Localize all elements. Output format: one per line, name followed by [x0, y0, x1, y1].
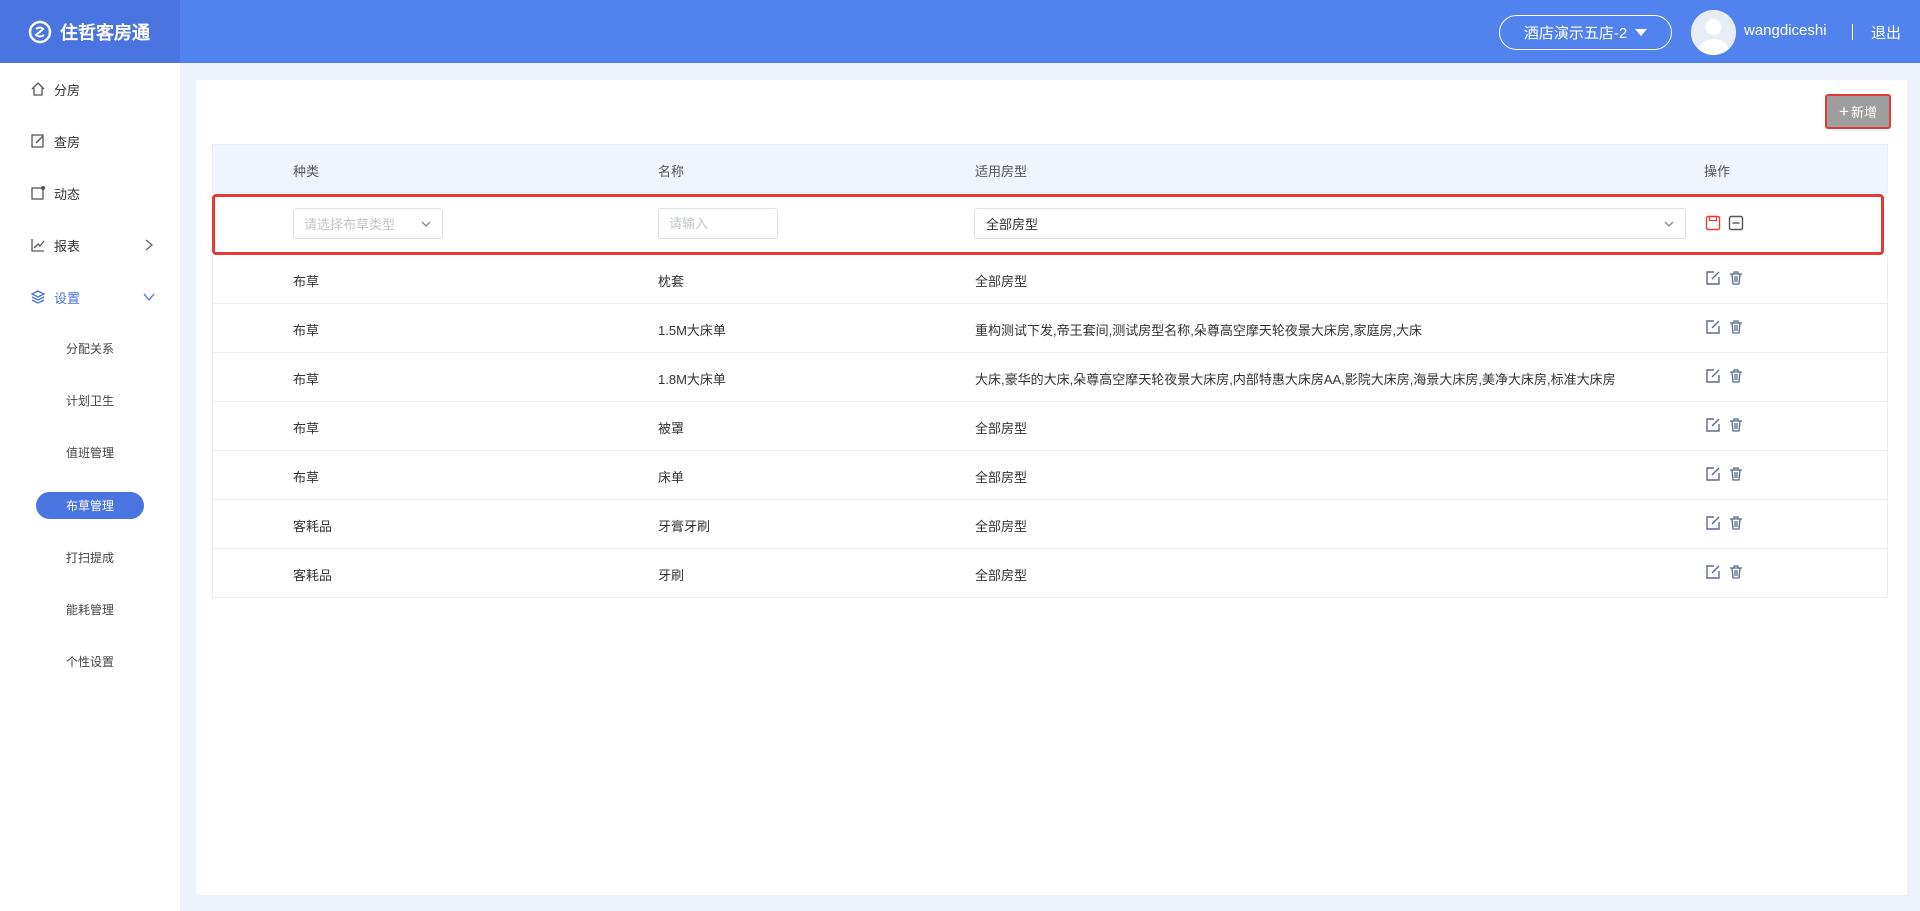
save-icon[interactable]: [1705, 215, 1721, 231]
header-divider: [1852, 24, 1853, 40]
cell-rooms: 全部房型: [975, 568, 1028, 583]
avatar[interactable]: [1691, 10, 1736, 55]
sidebar-item-label: 查房: [54, 134, 81, 150]
room-type-value: 全部房型: [986, 217, 1039, 232]
cell-rooms: 全部房型: [975, 274, 1028, 289]
table-row: 客耗品 牙刷 全部房型: [212, 549, 1888, 598]
sub-item-fenpei[interactable]: 分配关系: [36, 335, 144, 362]
header-name: 名称: [658, 164, 685, 179]
delete-icon[interactable]: [1728, 270, 1744, 286]
sub-item-nenghao[interactable]: 能耗管理: [36, 596, 144, 623]
cell-type: 布草: [293, 274, 320, 289]
edit-doc-icon: [31, 134, 44, 148]
sidebar-item-label: 分房: [54, 82, 81, 98]
add-button-label: 新增: [1850, 105, 1877, 120]
delete-icon[interactable]: [1728, 417, 1744, 433]
username[interactable]: wangdiceshi: [1744, 22, 1827, 39]
sidebar-item-fenfang[interactable]: 分房: [30, 74, 80, 104]
cell-rooms: 重构测试下发,帝王套间,测试房型名称,朵尊高空摩天轮夜景大床房,家庭房,大床: [975, 323, 1423, 338]
app-title: 住哲客房通: [60, 22, 150, 43]
hotel-name: 酒店演示五店-2: [1523, 25, 1628, 42]
name-input[interactable]: [658, 208, 778, 239]
table-row: 布草 枕套 全部房型: [212, 255, 1888, 304]
top-bar: 住哲客房通 酒店演示五店-2 wangdiceshi 退出: [0, 0, 1920, 63]
delete-icon[interactable]: [1728, 319, 1744, 335]
add-button[interactable]: + 新增: [1825, 94, 1891, 129]
cell-type: 布草: [293, 421, 320, 436]
sidebar-item-label: 报表: [54, 238, 81, 254]
cell-rooms: 全部房型: [975, 421, 1028, 436]
header-type: 种类: [293, 164, 320, 179]
cell-rooms: 全部房型: [975, 519, 1028, 534]
delete-icon[interactable]: [1728, 368, 1744, 384]
table-header: 种类 名称 适用房型 操作: [212, 144, 1888, 193]
sidebar-item-dongtai[interactable]: 动态: [30, 178, 80, 208]
cell-rooms: 全部房型: [975, 470, 1028, 485]
delete-icon[interactable]: [1728, 564, 1744, 580]
cell-name: 1.8M大床单: [658, 372, 726, 387]
home-icon: [31, 82, 45, 96]
edit-icon[interactable]: [1705, 466, 1721, 482]
edit-icon[interactable]: [1705, 417, 1721, 433]
plus-icon: +: [1839, 101, 1849, 121]
cell-type: 客耗品: [293, 519, 333, 534]
cell-type: 布草: [293, 470, 320, 485]
sidebar-item-label: 动态: [54, 186, 81, 202]
brand: 住哲客房通: [0, 0, 180, 63]
chevron-right-icon: [145, 239, 154, 251]
chart-icon: [31, 239, 45, 252]
edit-icon[interactable]: [1705, 515, 1721, 531]
cell-name: 牙刷: [658, 568, 685, 583]
cell-name: 牙膏牙刷: [658, 519, 711, 534]
notification-icon: [31, 186, 45, 200]
cell-name: 床单: [658, 470, 685, 485]
sidebar: 分房 查房 动态 报表 设置 分配关系 计划卫生 值班管理 布草管理 打扫提成 …: [0, 63, 180, 911]
table-row: 布草 床单 全部房型: [212, 451, 1888, 500]
sidebar-item-baobiao[interactable]: 报表: [30, 230, 160, 260]
app-logo-icon: [28, 20, 52, 43]
type-select[interactable]: 请选择布草类型: [293, 208, 443, 239]
table-row: 布草 1.8M大床单 大床,豪华的大床,朵尊高空摩天轮夜景大床房,内部特惠大床房…: [212, 353, 1888, 402]
user-avatar-icon: [1691, 10, 1736, 55]
table-row: 布草 1.5M大床单 重构测试下发,帝王套间,测试房型名称,朵尊高空摩天轮夜景大…: [212, 304, 1888, 353]
sub-item-bucao[interactable]: 布草管理: [36, 492, 144, 519]
edit-icon[interactable]: [1705, 270, 1721, 286]
table-row: 布草 被罩 全部房型: [212, 402, 1888, 451]
hotel-select[interactable]: 酒店演示五店-2: [1499, 15, 1672, 50]
sub-item-gexing[interactable]: 个性设置: [36, 648, 144, 675]
remove-row-icon[interactable]: [1728, 215, 1744, 231]
chevron-down-icon: [421, 221, 431, 227]
table-row: 客耗品 牙膏牙刷 全部房型: [212, 500, 1888, 549]
edit-icon[interactable]: [1705, 319, 1721, 335]
chevron-down-icon: [143, 293, 155, 302]
room-type-select[interactable]: 全部房型: [974, 208, 1686, 239]
edit-icon[interactable]: [1705, 368, 1721, 384]
caret-down-icon: [1635, 29, 1648, 36]
cell-name: 枕套: [658, 274, 685, 289]
delete-icon[interactable]: [1728, 515, 1744, 531]
sidebar-item-label: 设置: [54, 290, 81, 306]
type-select-placeholder: 请选择布草类型: [304, 217, 396, 232]
sub-item-jihua[interactable]: 计划卫生: [36, 387, 144, 414]
cell-name: 1.5M大床单: [658, 323, 726, 338]
cell-type: 布草: [293, 372, 320, 387]
header-actions: 操作: [1704, 164, 1731, 179]
logout-button[interactable]: 退出: [1871, 22, 1901, 43]
cell-type: 布草: [293, 323, 320, 338]
chevron-down-icon: [1664, 221, 1674, 227]
sub-item-zhiban[interactable]: 值班管理: [36, 439, 144, 466]
cell-rooms: 大床,豪华的大床,朵尊高空摩天轮夜景大床房,内部特惠大床房AA,影院大床房,海景…: [975, 372, 1616, 387]
linen-table: 种类 名称 适用房型 操作: [212, 144, 1888, 193]
sidebar-item-shezhi[interactable]: 设置: [30, 282, 160, 312]
sub-item-dasao[interactable]: 打扫提成: [36, 544, 144, 571]
sidebar-item-chafang[interactable]: 查房: [30, 126, 80, 156]
layers-icon: [30, 290, 46, 304]
cell-name: 被罩: [658, 421, 685, 436]
cell-type: 客耗品: [293, 568, 333, 583]
edit-icon[interactable]: [1705, 564, 1721, 580]
delete-icon[interactable]: [1728, 466, 1744, 482]
header-rooms: 适用房型: [975, 164, 1028, 179]
